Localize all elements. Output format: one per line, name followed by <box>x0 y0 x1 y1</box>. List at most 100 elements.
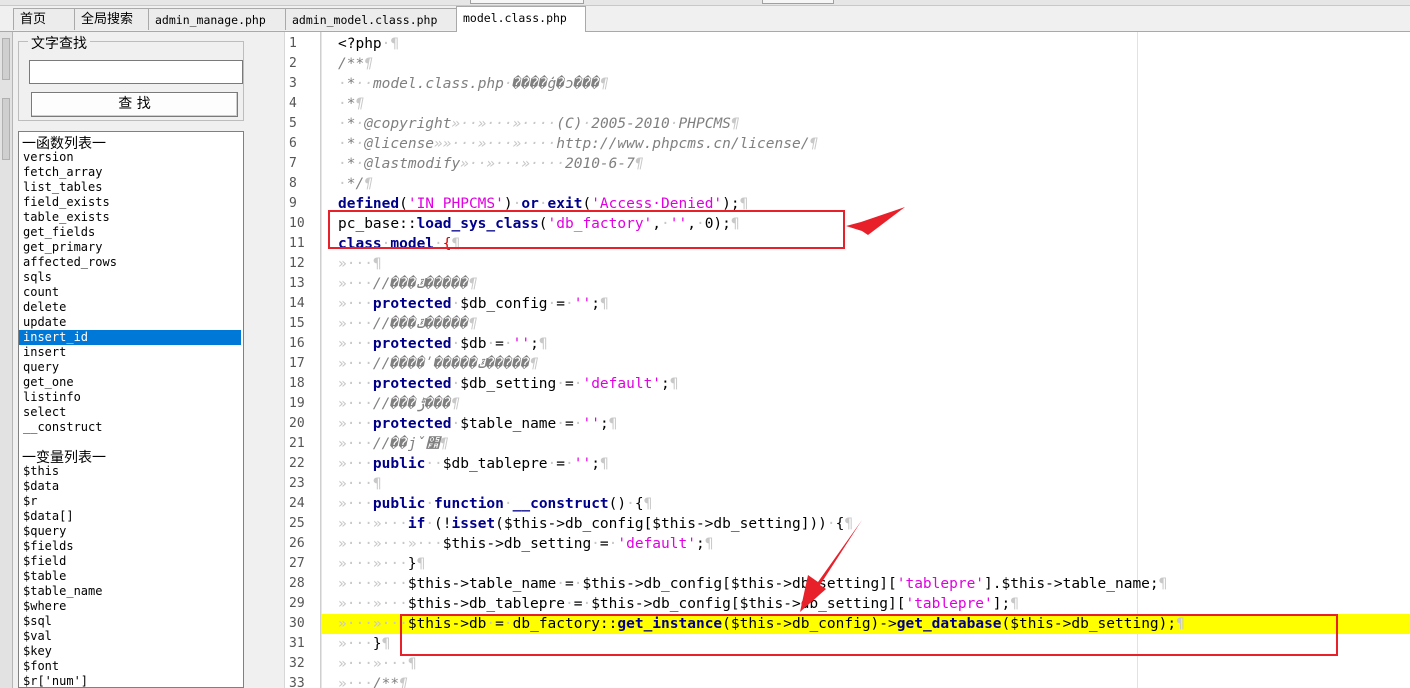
dock-handle[interactable] <box>2 98 10 160</box>
line-number: 31 <box>289 636 305 651</box>
function-list-item[interactable]: get_one <box>19 375 241 390</box>
function-list-item[interactable]: fetch_array <box>19 165 241 180</box>
dock-handle[interactable] <box>2 38 10 80</box>
code-line[interactable]: ·*/¶ <box>338 174 373 194</box>
code-line[interactable]: »···public·function·__construct()·{¶ <box>338 494 652 514</box>
line-number: 18 <box>289 376 305 391</box>
code-line[interactable]: »···»···¶ <box>338 654 417 674</box>
function-list-item[interactable]: list_tables <box>19 180 241 195</box>
line-number: 27 <box>289 556 305 571</box>
line-number: 6 <box>289 136 297 151</box>
variable-list-item[interactable]: $key <box>19 644 241 659</box>
tab-admin-model-class[interactable]: admin_model.class.php <box>285 8 457 30</box>
symbol-list-panel[interactable]: 一函数列表一 version fetch_array list_tables fiel… <box>18 131 244 688</box>
variable-list-item[interactable]: $query <box>19 524 241 539</box>
function-list-item[interactable]: get_primary <box>19 240 241 255</box>
text-search-label: 文字查找 <box>28 33 90 53</box>
tab-admin-manage[interactable]: admin_manage.php <box>148 8 286 30</box>
function-list-item[interactable]: count <box>19 285 241 300</box>
variable-list-item[interactable]: $data[] <box>19 509 241 524</box>
function-list-item[interactable]: insert <box>19 345 241 360</box>
variable-list-item[interactable]: $table <box>19 569 241 584</box>
line-number: 3 <box>289 76 297 91</box>
tab-bar: 首页 全局搜索 admin_manage.php admin_model.cla… <box>0 6 1410 32</box>
code-line[interactable]: »···public··$db_tablepre·=·'';¶ <box>338 454 609 474</box>
code-line[interactable]: »···//����ʹ�����ݿ�����¶ <box>338 354 539 374</box>
left-dock-edge <box>0 32 13 688</box>
code-line[interactable]: »···protected·$db_setting·=·'default';¶ <box>338 374 679 394</box>
code-line[interactable]: »···//���ݿ�����¶ <box>338 314 477 334</box>
variable-list-item[interactable]: $sql <box>19 614 241 629</box>
tab-global-search[interactable]: 全局搜索 <box>74 8 149 30</box>
function-list-item[interactable]: query <box>19 360 241 375</box>
line-number: 19 <box>289 396 305 411</box>
code-line[interactable]: »···protected·$table_name·=·'';¶ <box>338 414 617 434</box>
variable-list-item[interactable]: $font <box>19 659 241 674</box>
function-list-item[interactable]: delete <box>19 300 241 315</box>
code-line[interactable]: ·*··model.class.php·����ģ�ͻ���¶ <box>338 74 609 94</box>
line-number: 8 <box>289 176 297 191</box>
toolbar-control[interactable] <box>762 0 834 4</box>
code-line[interactable]: »···¶ <box>338 254 382 274</box>
code-line[interactable]: »···»···}¶ <box>338 554 425 574</box>
function-list-item[interactable]: listinfo <box>19 390 241 405</box>
code-line[interactable]: »···//���ݱ���¶ <box>338 394 460 414</box>
line-number: 5 <box>289 116 297 131</box>
code-line[interactable]: ·*·@license»»···»···»····http://www.phpc… <box>338 134 818 154</box>
code-line[interactable]: »···¶ <box>338 474 382 494</box>
search-input[interactable] <box>29 60 243 84</box>
code-line[interactable]: ·*¶ <box>338 94 364 114</box>
annotation-box-get-database <box>400 614 1338 656</box>
function-list-item[interactable]: select <box>19 405 241 420</box>
line-number: 1 <box>289 36 297 51</box>
code-line[interactable]: <?php·¶ <box>338 34 399 54</box>
variable-list-item[interactable]: $fields <box>19 539 241 554</box>
code-line[interactable]: »···»···»···$this->db_setting·=·'default… <box>338 534 713 554</box>
variable-list-item[interactable]: $data <box>19 479 241 494</box>
function-list-item[interactable]: version <box>19 150 241 165</box>
code-line[interactable]: »···/**¶ <box>338 674 408 688</box>
code-line[interactable]: »···»···$this->db_tablepre·=·$this->db_c… <box>338 594 1019 614</box>
variable-list-item[interactable]: $r <box>19 494 241 509</box>
variable-list-item[interactable]: $where <box>19 599 241 614</box>
code-editor[interactable]: 1 2 3 4 5 6 7 8 9 10 11 12 13 14 15 16 17 18 19 20 21 22 23 24 2… <box>284 32 1410 688</box>
line-number: 14 <box>289 296 305 311</box>
line-number: 33 <box>289 676 305 688</box>
code-line[interactable]: ·*·@copyright»··»···»····(C)·2005-2010·P… <box>338 114 740 134</box>
line-number: 26 <box>289 536 305 551</box>
annotation-box-load-sys-class <box>328 210 845 249</box>
line-number-gutter: 1 2 3 4 5 6 7 8 9 10 11 12 13 14 15 16 17 18 19 20 21 22 23 24 2… <box>285 32 322 688</box>
variable-list-item[interactable]: $r['num'] <box>19 674 241 687</box>
code-line[interactable]: »···}¶ <box>338 634 390 654</box>
code-line[interactable]: »···//���ݿ�����¶ <box>338 274 477 294</box>
function-list-item[interactable]: get_fields <box>19 225 241 240</box>
code-line[interactable]: ·*·@lastmodify»··»···»····2010-6-7¶ <box>338 154 644 174</box>
variable-list-item[interactable]: $field <box>19 554 241 569</box>
function-list-item[interactable]: insert_id <box>19 330 241 345</box>
function-list-item[interactable]: sqls <box>19 270 241 285</box>
function-list-item[interactable]: __construct <box>19 420 241 435</box>
function-list-item[interactable]: affected_rows <box>19 255 241 270</box>
variable-list-item[interactable]: $this <box>19 464 241 479</box>
toolbar-control[interactable] <box>470 0 584 4</box>
line-number: 4 <box>289 96 297 111</box>
line-number: 17 <box>289 356 305 371</box>
code-line[interactable]: »···protected·$db_config·=·'';¶ <box>338 294 609 314</box>
code-line[interactable]: »···//��ǰ׺¶ <box>338 434 449 454</box>
function-list-item[interactable]: table_exists <box>19 210 241 225</box>
line-number: 28 <box>289 576 305 591</box>
line-number: 23 <box>289 476 305 491</box>
find-button[interactable]: 查 找 <box>31 92 238 117</box>
line-number: 10 <box>289 216 305 231</box>
function-list-item[interactable]: update <box>19 315 241 330</box>
code-line[interactable]: »···»···$this->table_name·=·$this->db_co… <box>338 574 1167 594</box>
variable-list-item[interactable]: $val <box>19 629 241 644</box>
tab-model-class[interactable]: model.class.php <box>456 6 586 32</box>
code-line[interactable]: »···»···if·(!isset($this->db_config[$thi… <box>338 514 853 534</box>
code-line[interactable]: »···protected·$db·=·'';¶ <box>338 334 548 354</box>
variable-list-item[interactable]: $table_name <box>19 584 241 599</box>
line-number: 25 <box>289 516 305 531</box>
tab-home[interactable]: 首页 <box>13 8 75 30</box>
code-line[interactable]: /**¶ <box>338 54 373 74</box>
function-list-item[interactable]: field_exists <box>19 195 241 210</box>
